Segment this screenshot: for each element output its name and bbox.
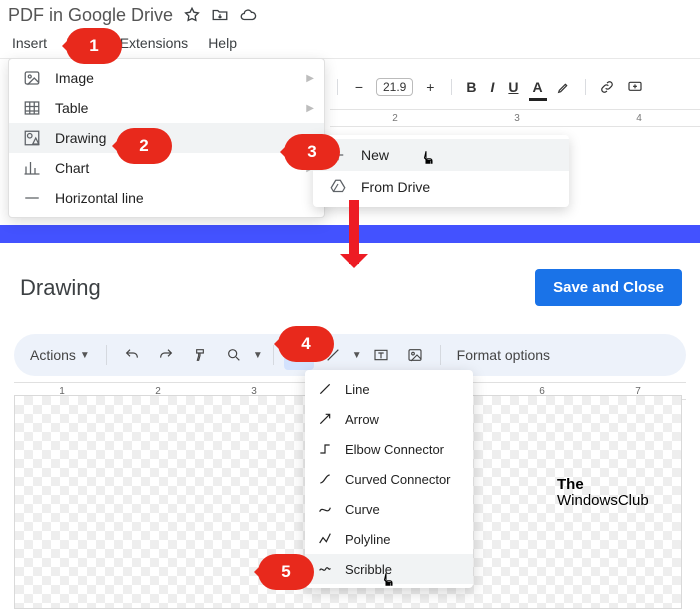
- move-to-folder-icon[interactable]: [211, 6, 229, 24]
- decrease-font-size-button[interactable]: −: [348, 76, 370, 98]
- paint-format-button[interactable]: [185, 340, 215, 370]
- document-ruler: 2 3 4: [330, 109, 700, 127]
- insert-menu-item-label: Chart: [55, 160, 89, 176]
- plus-icon: [329, 146, 347, 164]
- formatting-toolbar: − 21.9 + B I U A: [333, 72, 700, 102]
- undo-button[interactable]: [117, 340, 147, 370]
- ruler-tick: 3: [456, 113, 578, 124]
- separator: [337, 79, 338, 95]
- menu-insert[interactable]: Insert: [12, 35, 47, 51]
- separator: [273, 345, 274, 365]
- line-menu-label: Curve: [345, 502, 380, 517]
- insert-menu-item-label: Image: [55, 70, 94, 86]
- drawing-submenu-new[interactable]: New: [313, 139, 569, 171]
- curved-connector-icon: [317, 471, 333, 487]
- textbox-tool[interactable]: [366, 340, 396, 370]
- insert-menu-item-label: Table: [55, 100, 88, 116]
- cursor-pointer-icon: [380, 570, 398, 590]
- image-icon: [23, 69, 41, 87]
- select-tool[interactable]: [284, 340, 314, 370]
- chevron-right-icon: ▶: [306, 73, 314, 84]
- submenu-label: From Drive: [361, 179, 430, 195]
- line-icon: [317, 381, 333, 397]
- star-icon[interactable]: [183, 6, 201, 24]
- line-menu-line[interactable]: Line: [305, 374, 473, 404]
- chevron-down-icon: ▼: [253, 350, 263, 361]
- polyline-icon: [317, 531, 333, 547]
- line-menu-polyline[interactable]: Polyline: [305, 524, 473, 554]
- insert-menu-drawing[interactable]: Drawing ▶: [9, 123, 324, 153]
- cursor-pointer-icon: [420, 148, 438, 168]
- line-menu-label: Curved Connector: [345, 472, 451, 487]
- line-menu-label: Arrow: [345, 412, 379, 427]
- menubar: Insert Tools Extensions Help: [0, 30, 700, 56]
- chevron-down-icon: ▼: [352, 350, 362, 361]
- insert-menu-image[interactable]: Image ▶: [9, 63, 324, 93]
- annotation-arrow: [349, 200, 359, 264]
- drawing-submenu: New From Drive: [313, 135, 569, 207]
- drawing-dialog-title: Drawing: [20, 275, 101, 301]
- doc-title-bar: PDF in Google Drive: [0, 0, 700, 30]
- watermark-line2: WindowsClub: [557, 493, 655, 509]
- line-menu-curved-connector[interactable]: Curved Connector: [305, 464, 473, 494]
- line-menu-arrow[interactable]: Arrow: [305, 404, 473, 434]
- drawing-icon: [23, 129, 41, 147]
- menu-tools[interactable]: Tools: [67, 35, 100, 51]
- separator: [585, 79, 586, 95]
- actions-dropdown[interactable]: Actions▼: [24, 347, 96, 363]
- chevron-right-icon: ▶: [306, 103, 314, 114]
- separator: [440, 345, 441, 365]
- insert-link-button[interactable]: [596, 76, 618, 98]
- bold-button[interactable]: B: [462, 76, 480, 98]
- menu-help[interactable]: Help: [208, 35, 237, 51]
- scribble-icon: [317, 561, 333, 577]
- elbow-connector-icon: [317, 441, 333, 457]
- line-menu-label: Polyline: [345, 532, 391, 547]
- insert-menu-dropdown: Image ▶ Table ▶ Drawing ▶ Chart ▶ Horizo…: [8, 58, 325, 218]
- chart-icon: [23, 159, 41, 177]
- line-menu-label: Line: [345, 382, 370, 397]
- underline-button[interactable]: U: [504, 76, 522, 98]
- drive-icon: [329, 178, 347, 196]
- line-menu-elbow-connector[interactable]: Elbow Connector: [305, 434, 473, 464]
- highlight-button[interactable]: [553, 76, 575, 98]
- line-menu-curve[interactable]: Curve: [305, 494, 473, 524]
- font-size-input[interactable]: 21.9: [376, 78, 413, 96]
- ruler-tick: 4: [578, 113, 700, 124]
- text-color-button[interactable]: A: [529, 76, 547, 98]
- watermark: The WindowsClub: [557, 476, 655, 509]
- arrow-icon: [317, 411, 333, 427]
- submenu-label: New: [361, 147, 389, 163]
- insert-menu-horizontal-line[interactable]: Horizontal line: [9, 183, 324, 213]
- table-icon: [23, 99, 41, 117]
- watermark-line1: The: [557, 476, 584, 493]
- insert-menu-chart[interactable]: Chart ▶: [9, 153, 324, 183]
- ruler-tick: 2: [334, 113, 456, 124]
- line-menu-label: Elbow Connector: [345, 442, 444, 457]
- curve-icon: [317, 501, 333, 517]
- insert-menu-item-label: Drawing: [55, 130, 106, 146]
- drawing-submenu-from-drive[interactable]: From Drive: [313, 171, 569, 203]
- separator: [451, 79, 452, 95]
- line-tool-menu: Line Arrow Elbow Connector Curved Connec…: [305, 370, 473, 588]
- add-comment-button[interactable]: [624, 76, 646, 98]
- line-tool-dropdown[interactable]: [318, 340, 348, 370]
- insert-menu-item-label: Horizontal line: [55, 190, 144, 206]
- doc-title[interactable]: PDF in Google Drive: [8, 5, 173, 26]
- insert-menu-table[interactable]: Table ▶: [9, 93, 324, 123]
- save-and-close-button[interactable]: Save and Close: [535, 269, 682, 306]
- image-tool[interactable]: [400, 340, 430, 370]
- horizontal-line-icon: [23, 189, 41, 207]
- increase-font-size-button[interactable]: +: [419, 76, 441, 98]
- italic-button[interactable]: I: [486, 76, 498, 98]
- cloud-status-icon[interactable]: [239, 6, 257, 24]
- redo-button[interactable]: [151, 340, 181, 370]
- format-options-button[interactable]: Format options: [457, 347, 550, 363]
- zoom-dropdown[interactable]: [219, 340, 249, 370]
- separator: [106, 345, 107, 365]
- menu-extensions[interactable]: Extensions: [120, 35, 188, 51]
